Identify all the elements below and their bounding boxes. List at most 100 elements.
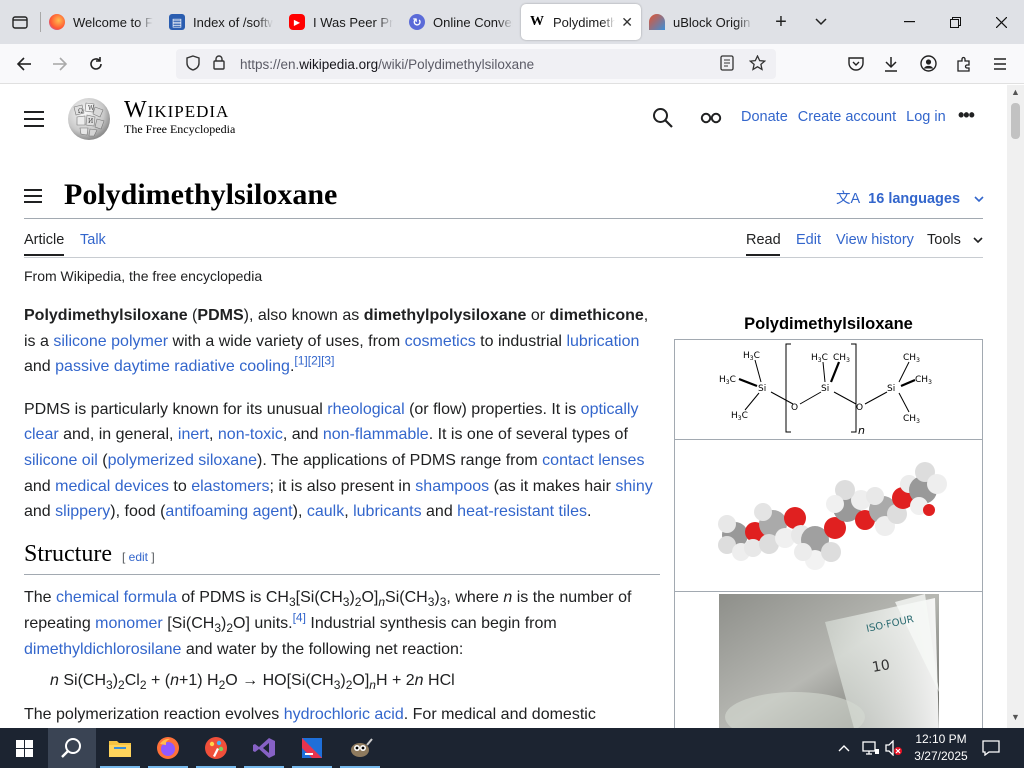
tab-overview-button[interactable] xyxy=(0,0,40,44)
link-silicone-polymer[interactable]: silicone polymer xyxy=(53,333,168,350)
browser-tab[interactable]: ▤ Index of /software xyxy=(161,4,281,40)
link-elastomers[interactable]: elastomers xyxy=(191,478,269,495)
link-polymerized-siloxane[interactable]: polymerized siloxane xyxy=(108,452,257,469)
minimize-button[interactable] xyxy=(886,0,932,44)
list-all-tabs-button[interactable] xyxy=(801,0,841,44)
document-icon: ▤ xyxy=(169,14,185,30)
account-button[interactable] xyxy=(910,48,946,80)
file-explorer-button[interactable] xyxy=(96,728,144,768)
extensions-button[interactable] xyxy=(946,48,982,80)
tab-view-history[interactable]: View history xyxy=(836,232,914,248)
network-status-button[interactable] xyxy=(862,728,880,768)
paint-app-button[interactable] xyxy=(192,728,240,768)
firefox-taskbar-button[interactable] xyxy=(144,728,192,768)
link-contact-lenses[interactable]: contact lenses xyxy=(542,452,644,469)
create-account-link[interactable]: Create account xyxy=(798,109,896,125)
bookmark-star-icon[interactable] xyxy=(744,53,770,74)
site-header: Ω W И Wikipedia The Free Encyclopedia Do… xyxy=(0,85,1007,151)
link-rheological[interactable]: rheological xyxy=(327,401,404,418)
shield-icon[interactable] xyxy=(180,54,206,74)
edit-section-link[interactable]: [ edit ] xyxy=(122,550,155,564)
language-selector-button[interactable]: 文A 16 languages xyxy=(836,187,984,208)
url-text[interactable]: https://en.wikipedia.org/wiki/Polydimeth… xyxy=(240,57,534,72)
link-shampoos[interactable]: shampoos xyxy=(415,478,489,495)
donate-link[interactable]: Donate xyxy=(741,109,788,125)
link-antifoaming-agent[interactable]: antifoaming agent xyxy=(165,503,292,520)
address-bar[interactable]: https://en.wikipedia.org/wiki/Polydimeth… xyxy=(176,49,776,79)
system-clock[interactable]: 12:10 PM 3/27/2025 xyxy=(910,731,972,765)
link-non-toxic[interactable]: non-toxic xyxy=(218,426,283,443)
tab-read[interactable]: Read xyxy=(746,232,781,248)
search-button[interactable] xyxy=(48,728,96,768)
tools-dropdown[interactable]: Tools xyxy=(927,232,983,248)
new-tab-button[interactable]: + xyxy=(761,0,801,44)
link-silicone-oil[interactable]: silicone oil xyxy=(24,452,98,469)
sample-photo-image[interactable]: ISO·FOUR 10 xyxy=(674,592,983,728)
more-options-icon[interactable]: ••• xyxy=(958,105,975,126)
back-button[interactable] xyxy=(6,48,42,80)
link-monomer[interactable]: monomer xyxy=(95,615,163,632)
network-icon xyxy=(862,741,879,755)
tab-title: Online Converter xyxy=(433,14,513,30)
citation-3[interactable]: [3] xyxy=(321,354,334,368)
link-heat-resistant-tiles[interactable]: heat-resistant tiles xyxy=(457,503,587,520)
browser-tab[interactable]: Welcome to Firefox xyxy=(41,4,161,40)
app-menu-button[interactable] xyxy=(982,48,1018,80)
scrollbar-thumb[interactable] xyxy=(1011,103,1020,139)
link-lubricants[interactable]: lubricants xyxy=(353,503,421,520)
structural-formula-image[interactable]: H3C H3C H3C Si O H3C CH3 Si O n Si CH3 C… xyxy=(674,339,983,440)
visual-studio-button[interactable] xyxy=(240,728,288,768)
space-filling-model-image[interactable] xyxy=(674,440,983,592)
browser-tab[interactable]: ↻ Online Converter xyxy=(401,4,521,40)
reload-button[interactable] xyxy=(78,48,114,80)
link-chemical-formula[interactable]: chemical formula xyxy=(56,589,177,606)
wikipedia-wordmark[interactable]: Wikipedia The Free Encyclopedia xyxy=(124,97,235,137)
volume-button[interactable] xyxy=(885,728,903,768)
link-dimethyldichlorosilane[interactable]: dimethyldichlorosilane xyxy=(24,641,181,658)
link-cosmetics[interactable]: cosmetics xyxy=(405,333,476,350)
lock-icon[interactable] xyxy=(206,55,232,73)
reader-view-icon[interactable] xyxy=(714,54,740,74)
citation-1[interactable]: [1] xyxy=(294,354,307,368)
wikipedia-globe-logo[interactable]: Ω W И xyxy=(64,95,114,141)
dev-tool-button[interactable] xyxy=(288,728,336,768)
tab-talk[interactable]: Talk xyxy=(80,232,106,248)
close-tab-icon[interactable]: ✕ xyxy=(621,14,633,31)
restore-button[interactable] xyxy=(932,0,978,44)
edit-label[interactable]: edit xyxy=(129,550,148,564)
gimp-button[interactable] xyxy=(336,728,384,768)
browser-tab[interactable]: ▶ I Was Peer Pressured xyxy=(281,4,401,40)
tab-article[interactable]: Article xyxy=(24,232,64,248)
search-icon[interactable] xyxy=(652,107,674,129)
page-scrollbar[interactable]: ▲ ▼ xyxy=(1007,85,1024,728)
citation-2[interactable]: [2] xyxy=(308,354,321,368)
navigation-toolbar: https://en.wikipedia.org/wiki/Polydimeth… xyxy=(0,44,1024,84)
reading-preferences-icon[interactable] xyxy=(700,111,722,129)
pocket-button[interactable] xyxy=(838,48,874,80)
link-shiny[interactable]: shiny xyxy=(615,478,652,495)
scroll-up-arrow-icon[interactable]: ▲ xyxy=(1007,87,1024,101)
show-hidden-icons-button[interactable] xyxy=(838,728,850,768)
link-non-flammable[interactable]: non-flammable xyxy=(323,426,429,443)
scroll-down-arrow-icon[interactable]: ▼ xyxy=(1007,712,1024,726)
downloads-button[interactable] xyxy=(873,48,909,80)
link-medical-devices[interactable]: medical devices xyxy=(55,478,169,495)
start-button[interactable] xyxy=(0,728,48,768)
browser-tab-active[interactable]: W Polydimethylsiloxane ✕ xyxy=(521,4,641,40)
link-caulk[interactable]: caulk xyxy=(307,503,344,520)
chevron-up-icon xyxy=(838,745,850,752)
citation-4[interactable]: [4] xyxy=(293,611,306,625)
table-of-contents-icon[interactable] xyxy=(24,189,42,207)
forward-button[interactable] xyxy=(42,48,78,80)
browser-tab[interactable]: uBlock Origin xyxy=(641,4,761,40)
link-hydrochloric-acid[interactable]: hydrochloric acid xyxy=(284,706,404,723)
tab-edit[interactable]: Edit xyxy=(796,232,821,248)
main-menu-icon[interactable] xyxy=(24,111,44,132)
link-passive-cooling[interactable]: passive daytime radiative cooling xyxy=(55,358,290,375)
close-window-button[interactable] xyxy=(978,0,1024,44)
link-inert[interactable]: inert xyxy=(178,426,209,443)
link-slippery[interactable]: slippery xyxy=(55,503,110,520)
notification-center-button[interactable] xyxy=(982,728,1000,768)
log-in-link[interactable]: Log in xyxy=(906,109,946,125)
link-lubrication[interactable]: lubrication xyxy=(566,333,639,350)
